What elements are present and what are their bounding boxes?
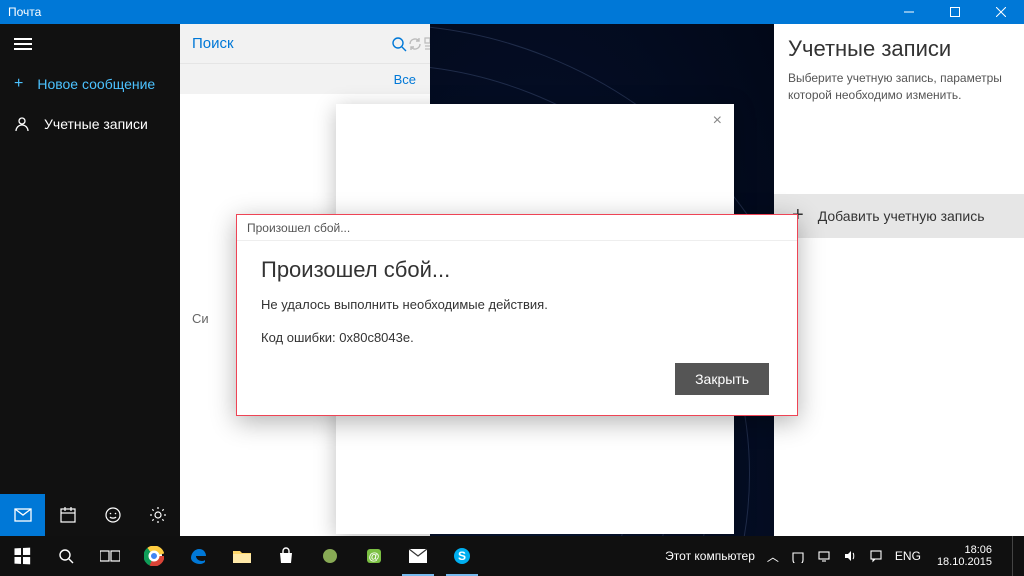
feedback-button[interactable] (90, 494, 135, 536)
maximize-button[interactable] (932, 0, 978, 24)
show-desktop-button[interactable] (1012, 536, 1018, 576)
taskbar-explorer[interactable] (220, 536, 264, 576)
accounts-panel-subtitle: Выберите учетную запись, параметры котор… (788, 70, 1010, 104)
window-titlebar: Почта (0, 0, 1024, 24)
window-title: Почта (0, 5, 886, 19)
tray-action-center-icon[interactable] (869, 549, 883, 563)
hamburger-button[interactable] (0, 24, 180, 64)
tray-date: 18.10.2015 (937, 556, 992, 568)
close-button[interactable] (978, 0, 1024, 24)
calendar-tab-button[interactable] (45, 494, 90, 536)
new-message-label: Новое сообщение (37, 76, 155, 92)
taskbar-skype[interactable]: S (440, 536, 484, 576)
taskbar-edge[interactable] (176, 536, 220, 576)
taskbar: @ S Этот компьютер ︿ ENG 18:06 18.10.201… (0, 536, 1024, 576)
system-tray: Этот компьютер ︿ ENG 18:06 18.10.2015 (665, 536, 1024, 576)
filter-all[interactable]: Все (394, 72, 416, 87)
minimize-button[interactable] (886, 0, 932, 24)
taskbar-search-button[interactable] (44, 536, 88, 576)
svg-text:S: S (458, 549, 466, 563)
tray-network-icon[interactable] (817, 549, 831, 563)
mail-tab-button[interactable] (0, 494, 45, 536)
taskbar-app-2[interactable]: @ (352, 536, 396, 576)
add-account-label: Добавить учетную запись (818, 208, 985, 224)
tray-volume-icon[interactable] (843, 549, 857, 563)
search-icon[interactable] (391, 36, 407, 52)
task-view-button[interactable] (88, 536, 132, 576)
plus-icon: + (14, 75, 23, 93)
sheet-close-icon[interactable]: × (713, 112, 722, 130)
hamburger-icon (14, 38, 32, 50)
search-bar (180, 24, 430, 64)
search-input[interactable] (180, 35, 391, 52)
new-message-button[interactable]: + Новое сообщение (0, 64, 180, 104)
sidebar-item-accounts[interactable]: Учетные записи (0, 104, 180, 144)
error-dialog: Произошел сбой... Произошел сбой... Не у… (236, 214, 798, 416)
windows-logo-icon (14, 548, 30, 565)
error-message: Не удалось выполнить необходимые действи… (261, 297, 773, 312)
person-icon (14, 116, 30, 132)
tray-security-icon[interactable] (791, 549, 805, 563)
taskbar-chrome[interactable] (132, 536, 176, 576)
add-account-button[interactable]: + Добавить учетную запись (774, 194, 1024, 238)
settings-button[interactable] (135, 494, 180, 536)
taskbar-mail[interactable] (396, 536, 440, 576)
sync-icon[interactable] (407, 36, 423, 52)
tray-overflow-button[interactable]: ︿ (767, 548, 779, 565)
sidebar-bottom-bar (0, 494, 180, 536)
app-body: + Новое сообщение Учетные записи Все Си (0, 24, 1024, 536)
accounts-label: Учетные записи (44, 116, 148, 132)
error-heading: Произошел сбой... (261, 257, 773, 283)
svg-text:@: @ (369, 551, 380, 563)
tray-language[interactable]: ENG (895, 549, 921, 563)
error-dialog-titlebar: Произошел сбой... (237, 215, 797, 241)
taskbar-app-1[interactable] (308, 536, 352, 576)
accounts-panel: Учетные записи Выберите учетную запись, … (774, 24, 1024, 536)
error-code: Код ошибки: 0x80c8043e. (261, 330, 773, 345)
tray-clock[interactable]: 18:06 18.10.2015 (933, 544, 996, 568)
start-button[interactable] (0, 536, 44, 576)
error-close-button[interactable]: Закрыть (675, 363, 769, 395)
accounts-panel-title: Учетные записи (788, 36, 1010, 62)
sidebar: + Новое сообщение Учетные записи (0, 24, 180, 536)
sync-status-text: Си (192, 311, 209, 326)
tray-computer-label: Этот компьютер (665, 549, 755, 563)
tray-time: 18:06 (937, 544, 992, 556)
filter-bar: Все (180, 64, 430, 94)
taskbar-store[interactable] (264, 536, 308, 576)
